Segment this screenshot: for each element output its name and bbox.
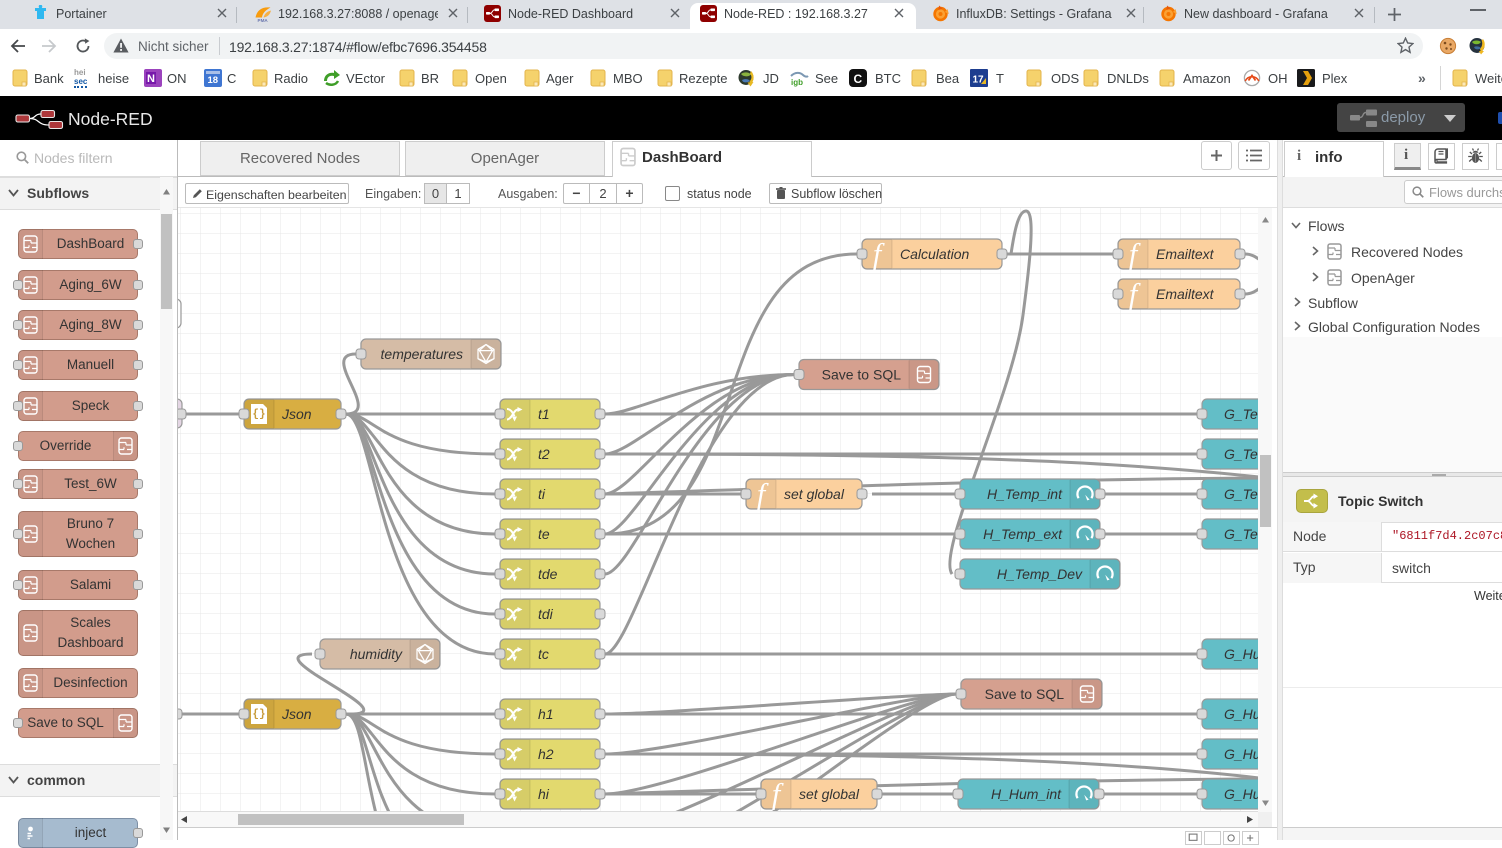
svg-text:H_Temp_Dev: H_Temp_Dev xyxy=(997,566,1083,582)
svg-text:tdi: tdi xyxy=(538,606,554,622)
svg-text:18: 18 xyxy=(208,75,219,86)
svg-text:h1: h1 xyxy=(538,706,554,722)
svg-text:Emailtext: Emailtext xyxy=(1156,286,1215,302)
svg-text:te: te xyxy=(538,526,550,542)
svg-text:G_Hum: G_Hum xyxy=(1224,746,1258,762)
svg-text:H_Hum_int: H_Hum_int xyxy=(991,786,1062,802)
svg-text:set global: set global xyxy=(799,786,860,802)
svg-text:t2: t2 xyxy=(538,446,550,462)
svg-text:humidity: humidity xyxy=(350,646,403,662)
svg-text:t1: t1 xyxy=(538,406,550,422)
svg-text:Json: Json xyxy=(281,706,312,722)
svg-text:Save to SQL: Save to SQL xyxy=(985,686,1065,702)
svg-text:G_Temp: G_Temp xyxy=(1224,486,1258,502)
svg-text:h2: h2 xyxy=(538,746,554,762)
svg-text:ti: ti xyxy=(538,486,546,502)
svg-text:temperatures: temperatures xyxy=(381,346,463,362)
svg-text:G_Hum: G_Hum xyxy=(1224,646,1258,662)
svg-text:G_Temp: G_Temp xyxy=(1224,406,1258,422)
svg-text:C: C xyxy=(854,72,863,86)
svg-text:tde: tde xyxy=(538,566,558,582)
svg-text:Save to SQL: Save to SQL xyxy=(822,367,902,383)
svg-text:tc: tc xyxy=(538,646,549,662)
svg-text:N: N xyxy=(147,73,155,85)
svg-text:{}: {} xyxy=(252,409,265,421)
svg-text:H_Temp_ext: H_Temp_ext xyxy=(983,526,1063,542)
svg-text:hi: hi xyxy=(538,786,550,802)
svg-text:Json: Json xyxy=(281,406,312,422)
svg-text:set global: set global xyxy=(784,486,845,502)
svg-text:G_Hum: G_Hum xyxy=(1224,786,1258,802)
svg-text:igb: igb xyxy=(791,78,803,87)
svg-text:G_Temp: G_Temp xyxy=(1224,526,1258,542)
svg-text:PMA: PMA xyxy=(258,18,269,22)
svg-text:{}: {} xyxy=(252,709,265,721)
svg-text:Calculation: Calculation xyxy=(900,246,969,262)
svg-text:G_Temp: G_Temp xyxy=(1224,446,1258,462)
svg-text:G_Hum: G_Hum xyxy=(1224,706,1258,722)
svg-text:H_Temp_int: H_Temp_int xyxy=(987,486,1063,502)
svg-text:Emailtext: Emailtext xyxy=(1156,246,1215,262)
